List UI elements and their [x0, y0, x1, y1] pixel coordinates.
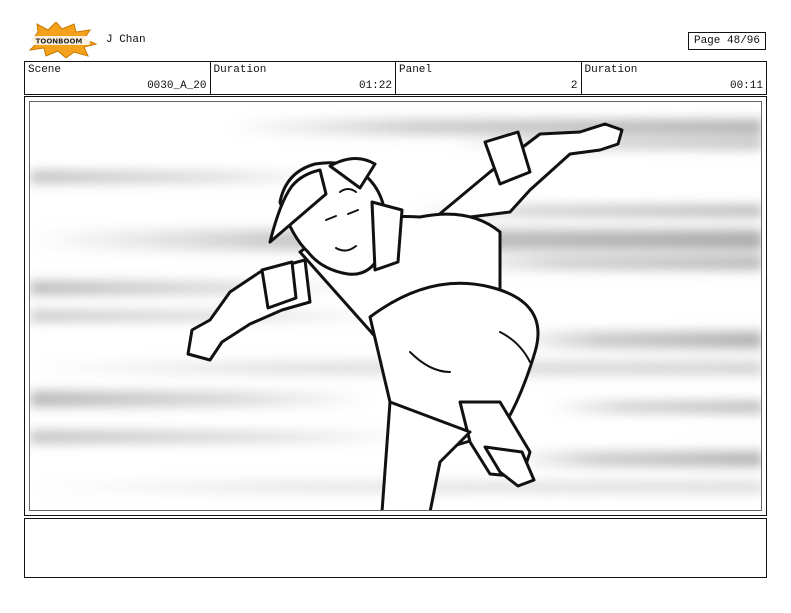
sketch-illustration: [30, 102, 761, 510]
storyboard-panel: [24, 96, 767, 516]
info-row: Scene 0030_A_20 Duration 01:22 Panel 2 D…: [24, 61, 767, 95]
notes-box: [24, 518, 767, 578]
scene-duration-label: Duration: [213, 64, 267, 76]
panel-duration-label: Duration: [584, 64, 638, 76]
scene-value: 0030_A_20: [147, 80, 207, 92]
toonboom-logo: TOONBOOM: [24, 21, 98, 59]
panel-drawing-area: [29, 101, 762, 511]
panel-duration-value: 00:11: [729, 80, 763, 92]
scene-duration-value: 01:22: [358, 80, 392, 92]
scene-label: Scene: [28, 64, 62, 76]
scene-duration-cell: Duration 01:22: [211, 62, 396, 94]
panel-label: Panel: [399, 64, 433, 76]
project-title: J Chan: [106, 34, 146, 46]
panel-cell: Panel 2: [396, 62, 582, 94]
page-number: Page 48/96: [688, 32, 766, 50]
scene-cell: Scene 0030_A_20: [25, 62, 211, 94]
logo-text: TOONBOOM: [36, 38, 83, 46]
panel-value: 2: [570, 80, 578, 92]
panel-duration-cell: Duration 00:11: [582, 62, 767, 94]
